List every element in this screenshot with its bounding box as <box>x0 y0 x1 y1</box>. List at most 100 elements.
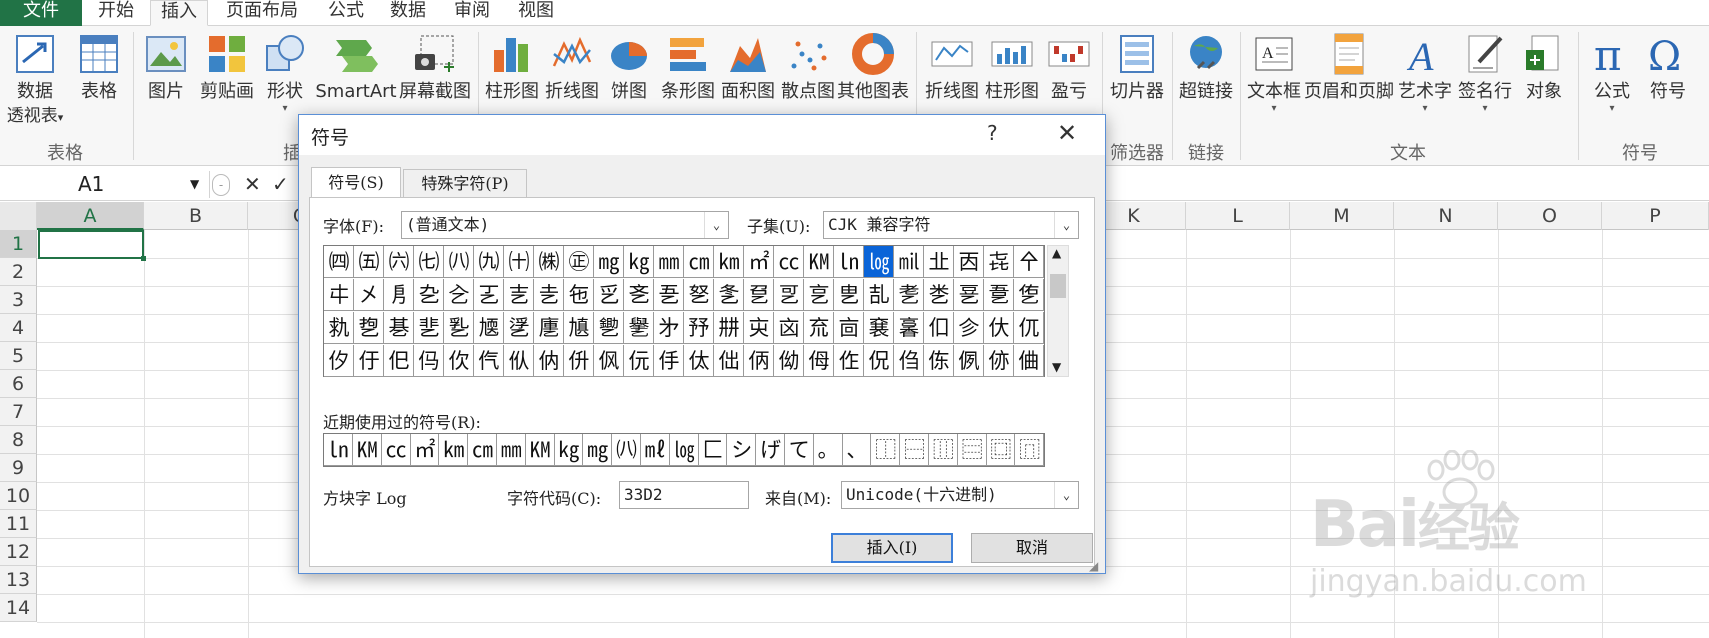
tab-formulas[interactable]: 公式 <box>318 0 374 26</box>
recent-symbol-cell[interactable]: ㎜ <box>496 434 526 466</box>
object-button[interactable]: 对象 <box>1516 28 1572 104</box>
chevron-down-icon[interactable]: ⌄ <box>1054 212 1078 238</box>
tab-home[interactable]: 开始 <box>88 0 144 26</box>
symbol-cell[interactable]: 㐿 <box>654 345 684 377</box>
symbol-cell[interactable]: 㐦 <box>624 312 654 344</box>
row-header-7[interactable]: 7 <box>0 398 37 426</box>
equation-button[interactable]: π 公式 ▾ <box>1584 28 1640 114</box>
row-header-4[interactable]: 4 <box>0 314 37 342</box>
recent-symbol-cell[interactable]: ㏄ <box>381 434 411 466</box>
symbol-cell[interactable]: ㎝ <box>684 246 714 278</box>
smartart-button[interactable]: SmartArt <box>314 28 398 104</box>
active-cell-a1[interactable] <box>38 230 144 259</box>
symbol-cell[interactable]: 㐅 <box>354 279 384 311</box>
symbol-cell[interactable]: ㏑ <box>834 246 864 278</box>
select-all-corner[interactable] <box>0 202 37 230</box>
symbol-cell[interactable]: 㐺 <box>504 345 534 377</box>
row-header-2[interactable]: 2 <box>0 258 37 286</box>
enter-entry-icon[interactable]: ✓ <box>272 172 289 196</box>
symbol-cell[interactable]: 㑊 <box>984 345 1014 377</box>
symbol-cell[interactable]: 㐷 <box>414 345 444 377</box>
insert-button[interactable]: 插入(I) <box>831 533 953 563</box>
screenshot-button[interactable]: 屏幕截图 <box>398 28 472 104</box>
tab-special-characters[interactable]: 特殊字符(P) <box>403 169 527 197</box>
symbol-cell[interactable]: 㐻 <box>534 345 564 377</box>
symbol-cell[interactable]: 㐢 <box>504 312 534 344</box>
symbol-cell[interactable]: 㐟 <box>414 312 444 344</box>
symbol-cell[interactable]: 㐜 <box>324 312 354 344</box>
row-header-1[interactable]: 1 <box>0 230 37 258</box>
symbol-cell[interactable]: 㐛 <box>1014 279 1044 311</box>
symbol-cell[interactable]: 㑅 <box>834 345 864 377</box>
symbol-cell[interactable]: 㐯 <box>894 312 924 344</box>
recent-symbol-cell[interactable]: シ <box>727 434 757 466</box>
symbol-cell-selected[interactable]: ㏒ <box>864 246 894 278</box>
symbol-cell[interactable]: ㎎ <box>594 246 624 278</box>
sparkline-line-button[interactable]: 折线图 <box>922 28 982 104</box>
recent-symbol-cell[interactable]: 匚 <box>698 434 728 466</box>
symbol-cell[interactable]: ㈧ <box>444 246 474 278</box>
recent-symbol-cell[interactable]: ⿴ <box>986 434 1016 466</box>
symbol-cell[interactable]: 㐔 <box>804 279 834 311</box>
name-box-dropdown-icon[interactable]: ▼ <box>190 171 199 198</box>
symbol-cell[interactable]: 㑋 <box>1014 345 1044 377</box>
scroll-down-icon[interactable]: ▼ <box>1052 360 1061 374</box>
symbol-cell[interactable]: 㐈 <box>444 279 474 311</box>
recent-symbol-cell[interactable]: ㏒ <box>669 434 699 466</box>
pivot-table-button[interactable]: 数据 透视表▾ <box>4 28 66 130</box>
recent-symbol-cell[interactable]: ⿲ <box>928 434 958 466</box>
recent-symbol-cell[interactable]: ㎖ <box>640 434 670 466</box>
symbol-cell[interactable]: ㎜ <box>654 246 684 278</box>
symbol-cell[interactable]: 㑃 <box>774 345 804 377</box>
resize-grip-icon[interactable]: ◢ <box>1089 559 1098 573</box>
symbol-cell[interactable]: 㐤 <box>564 312 594 344</box>
symbol-cell[interactable]: 㐨 <box>684 312 714 344</box>
symbol-cell[interactable]: 㐌 <box>564 279 594 311</box>
symbol-cell[interactable]: 㐄 <box>324 279 354 311</box>
row-header-6[interactable]: 6 <box>0 370 37 398</box>
symbol-cell[interactable]: 㐒 <box>744 279 774 311</box>
symbol-cell[interactable]: 㐧 <box>654 312 684 344</box>
symbol-cell[interactable]: 㐚 <box>984 279 1014 311</box>
symbol-cell[interactable]: 㐡 <box>474 312 504 344</box>
symbol-cell[interactable]: 㐱 <box>954 312 984 344</box>
symbol-cell[interactable]: 㐶 <box>384 345 414 377</box>
symbol-cell[interactable]: 㐾 <box>624 345 654 377</box>
symbol-cell[interactable]: ㏄ <box>774 246 804 278</box>
column-header-n[interactable]: N <box>1394 202 1498 230</box>
symbol-cell[interactable]: 㐞 <box>384 312 414 344</box>
symbol-cell[interactable]: 㐘 <box>924 279 954 311</box>
row-header-10[interactable]: 10 <box>0 482 37 510</box>
symbol-cell[interactable]: 㐏 <box>654 279 684 311</box>
cancel-entry-icon[interactable]: ✕ <box>244 172 261 196</box>
tab-review[interactable]: 审阅 <box>444 0 500 26</box>
scatter-chart-button[interactable]: 散点图 <box>778 28 838 104</box>
symbol-cell[interactable]: 㐃 <box>1014 246 1044 278</box>
recent-symbol-cell[interactable]: 。 <box>813 434 843 466</box>
recent-symbols-row[interactable]: ㏑㏎㏄㎡㎞㎝㎜㏎㎏㎎㈧㎖㏒匚シげて。、⿰⿱⿲⿳⿴⿵ <box>323 433 1045 467</box>
formula-bar-splitter[interactable]: - <box>212 174 230 196</box>
character-code-input[interactable]: 33D2 <box>619 481 749 509</box>
table-button[interactable]: 表格 <box>70 28 128 104</box>
symbol-cell[interactable]: 㑆 <box>864 345 894 377</box>
cancel-button[interactable]: 取消 <box>971 533 1093 563</box>
scroll-thumb[interactable] <box>1050 274 1066 298</box>
column-chart-button[interactable]: 柱形图 <box>482 28 542 104</box>
fill-handle[interactable] <box>141 256 146 261</box>
symbol-cell[interactable]: 㐸 <box>444 345 474 377</box>
row-header-3[interactable]: 3 <box>0 286 37 314</box>
symbol-cell[interactable]: 㐹 <box>474 345 504 377</box>
symbol-grid[interactable]: ㈣㈤㈥㈦㈧㈨㈩㈱㊣㎎㎏㎜㎝㎞㎡㏄㏎㏑㏒㏕㐀㐁㐂㐃㐄㐅㐆㐇㐈㐉㐊㐋㐌㐍㐎㐏㐐㐑㐒㐓… <box>323 245 1045 377</box>
name-box[interactable]: A1 ▼ <box>0 171 210 198</box>
text-box-button[interactable]: A 文本框 ▾ <box>1244 28 1304 114</box>
symbol-cell[interactable]: 㐀 <box>924 246 954 278</box>
symbol-cell[interactable]: 㐽 <box>594 345 624 377</box>
symbol-cell[interactable]: 㐴 <box>324 345 354 377</box>
tab-symbols[interactable]: 符号(S) <box>311 167 401 197</box>
symbol-cell[interactable]: 㐵 <box>354 345 384 377</box>
symbol-cell[interactable]: ㏕ <box>894 246 924 278</box>
recent-symbol-cell[interactable]: 、 <box>842 434 872 466</box>
symbol-cell[interactable]: ㈨ <box>474 246 504 278</box>
tab-data[interactable]: 数据 <box>380 0 436 26</box>
symbol-cell[interactable]: 㐊 <box>504 279 534 311</box>
